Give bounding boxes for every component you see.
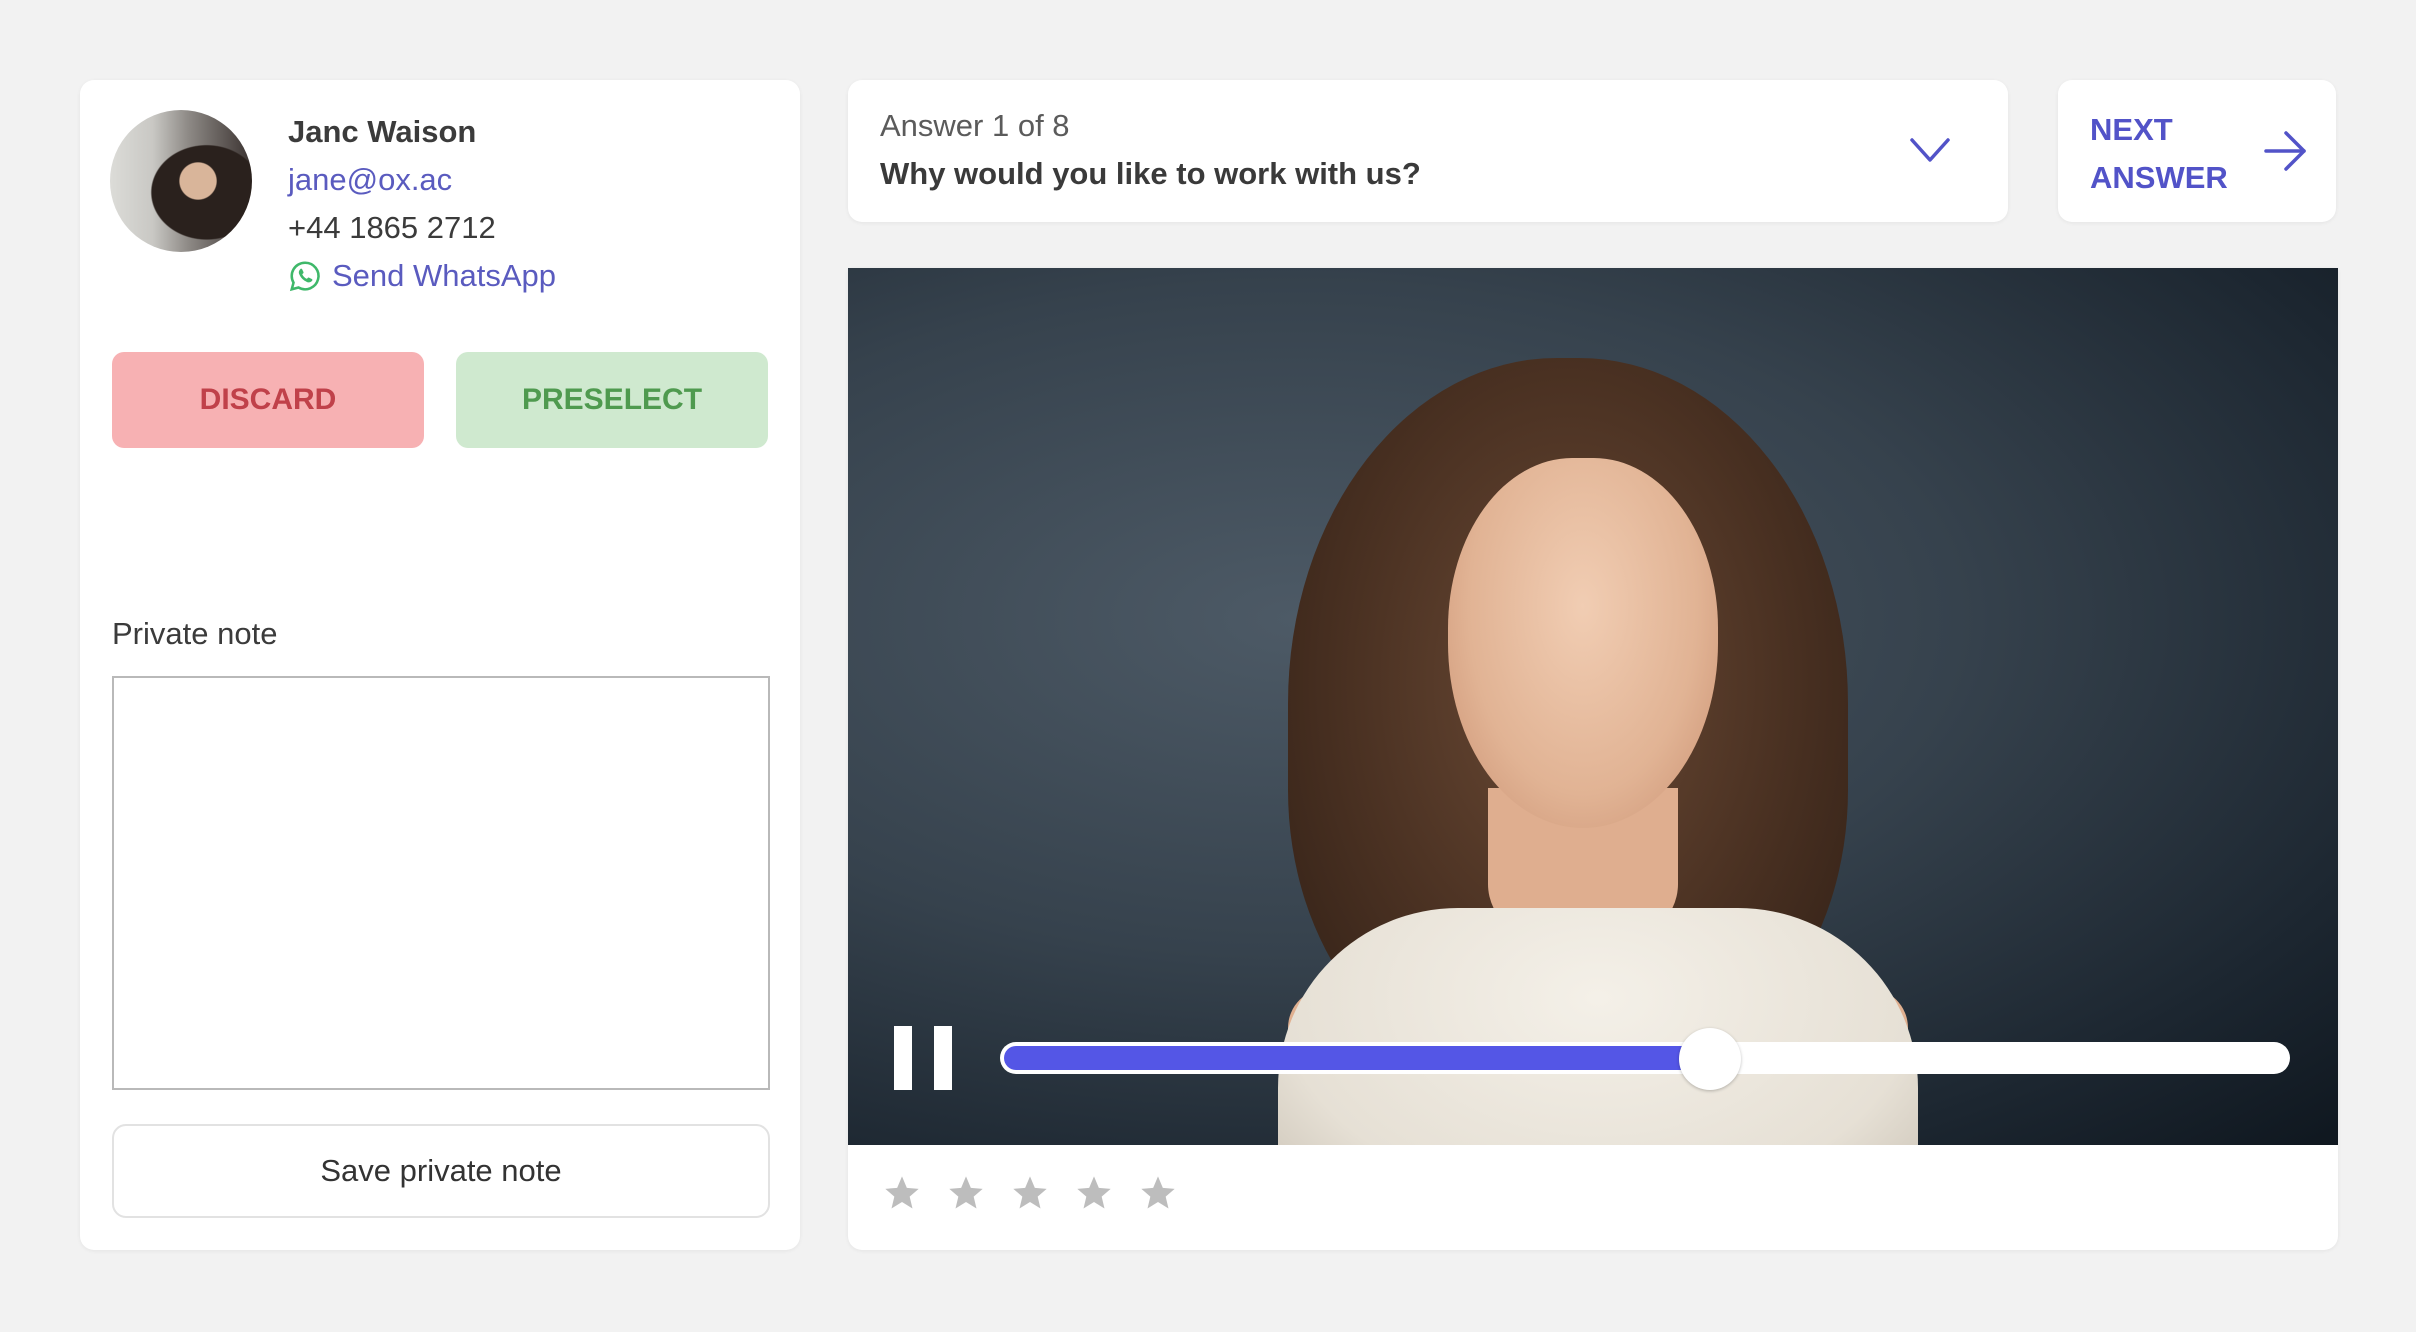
send-whatsapp-label: Send WhatsApp xyxy=(332,258,557,293)
pause-button[interactable] xyxy=(894,1026,954,1090)
pause-icon-bar xyxy=(894,1026,912,1090)
chevron-down-icon[interactable] xyxy=(1908,132,1952,168)
star-icon[interactable] xyxy=(1074,1173,1114,1213)
star-icon[interactable] xyxy=(1138,1173,1178,1213)
discard-button[interactable]: DISCARD xyxy=(112,352,424,448)
private-note-label: Private note xyxy=(112,616,278,651)
video-player[interactable] xyxy=(848,268,2338,1145)
send-whatsapp-link[interactable]: Send WhatsApp xyxy=(288,258,556,294)
candidate-panel: Janc Waison jane@ox.ac +44 1865 2712 Sen… xyxy=(80,80,800,1250)
answer-counter: Answer 1 of 8 xyxy=(880,108,1070,143)
star-icon[interactable] xyxy=(1010,1173,1050,1213)
next-answer-line1: NEXT xyxy=(2090,112,2173,147)
next-answer-line2: ANSWER xyxy=(2090,160,2228,195)
preselect-button[interactable]: PRESELECT xyxy=(456,352,768,448)
next-answer-label: NEXT ANSWER xyxy=(2090,106,2228,202)
video-frame-face xyxy=(1448,458,1718,828)
private-note-textarea[interactable] xyxy=(112,676,770,1090)
candidate-avatar xyxy=(110,110,252,252)
candidate-name: Janc Waison xyxy=(288,114,477,149)
star-icon[interactable] xyxy=(882,1173,922,1213)
video-progress-thumb[interactable] xyxy=(1678,1028,1741,1090)
question-title: Why would you like to work with us? xyxy=(880,156,1421,191)
star-icon[interactable] xyxy=(946,1173,986,1213)
video-progress-slider[interactable] xyxy=(1000,1028,2290,1090)
video-progress-fill xyxy=(1004,1046,1710,1070)
candidate-phone: +44 1865 2712 xyxy=(288,210,496,245)
whatsapp-icon xyxy=(289,261,320,292)
video-answer-card xyxy=(848,268,2338,1250)
arrow-right-icon xyxy=(2264,131,2306,171)
next-answer-button[interactable]: NEXT ANSWER xyxy=(2058,80,2336,222)
pause-icon-bar xyxy=(934,1026,952,1090)
rating-stars xyxy=(882,1173,1178,1213)
answer-selector-dropdown[interactable]: Answer 1 of 8 Why would you like to work… xyxy=(848,80,2008,222)
video-frame-shirt xyxy=(1278,908,1918,1145)
candidate-email-link[interactable]: jane@ox.ac xyxy=(288,162,452,198)
save-private-note-button[interactable]: Save private note xyxy=(112,1124,770,1218)
